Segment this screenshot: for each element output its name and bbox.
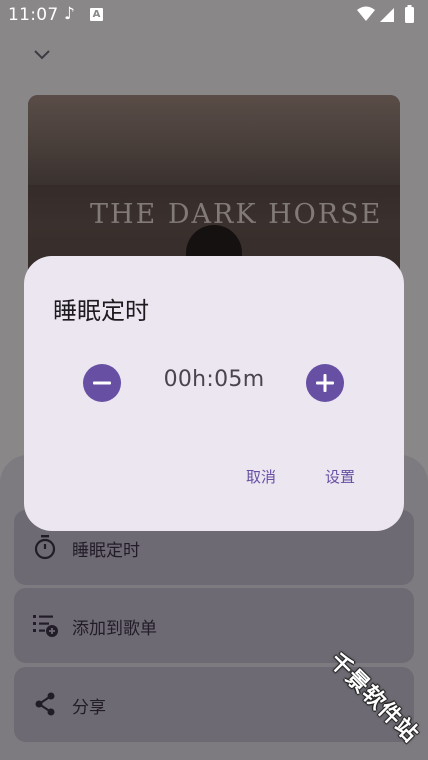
- timer-value: 00h:05m: [163, 367, 265, 392]
- sleep-timer-dialog: 睡眠定时 00h:05m 取消 设置: [24, 256, 404, 531]
- set-button[interactable]: 设置: [325, 466, 355, 487]
- decrease-time-button[interactable]: [83, 364, 121, 402]
- increase-time-button[interactable]: [306, 364, 344, 402]
- dialog-title: 睡眠定时: [53, 297, 149, 325]
- plus-icon: [316, 374, 334, 392]
- cancel-button[interactable]: 取消: [246, 466, 276, 487]
- minus-icon: [93, 381, 111, 385]
